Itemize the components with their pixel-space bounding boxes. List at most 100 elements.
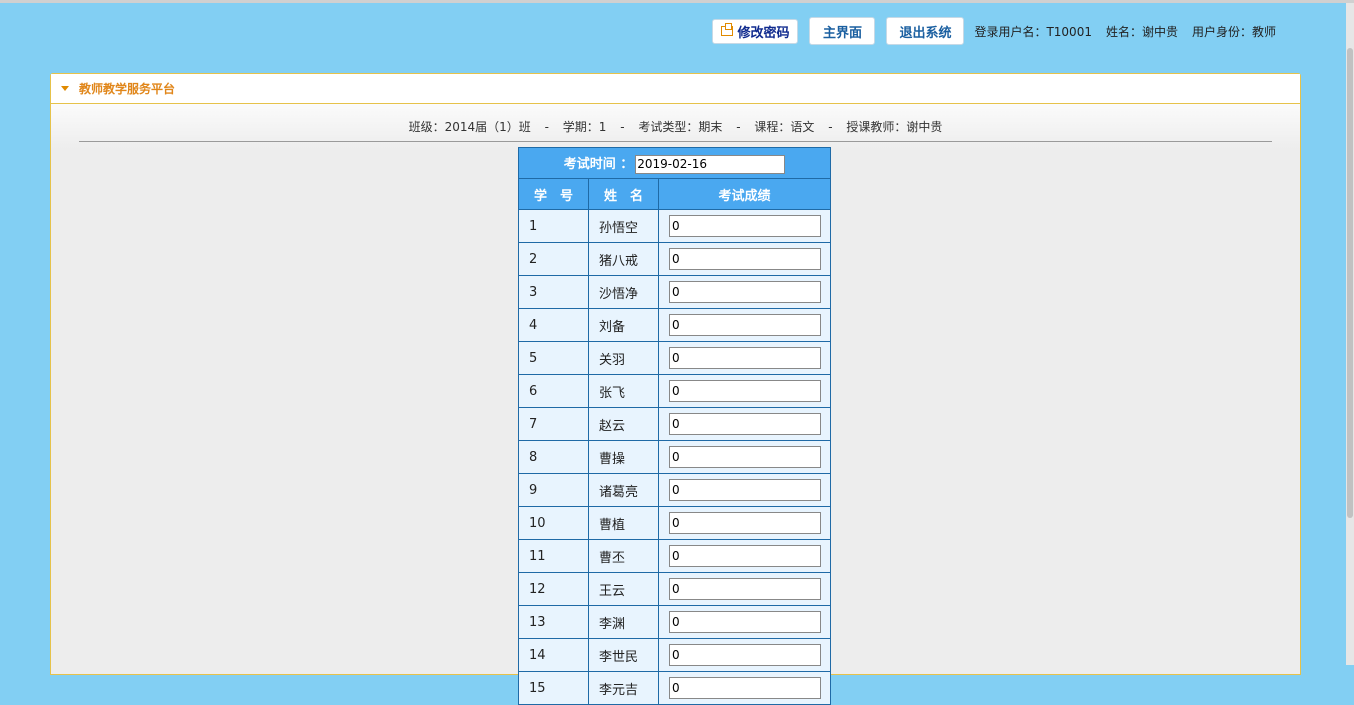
score-cell: [658, 671, 831, 705]
score-cell: [658, 506, 831, 540]
student-name: 曹操: [588, 440, 659, 474]
table-row: 2 猪八戒: [518, 242, 831, 276]
student-id: 6: [518, 374, 589, 408]
change-password-button[interactable]: 修改密码: [712, 18, 799, 44]
student-name: 孙悟空: [588, 209, 659, 243]
student-name: 曹丕: [588, 539, 659, 573]
table-row: 9 诸葛亮: [518, 473, 831, 507]
student-name: 李元吉: [588, 671, 659, 705]
score-cell: [658, 572, 831, 606]
table-row: 8 曹操: [518, 440, 831, 474]
logout-button[interactable]: 退出系统: [886, 17, 965, 45]
info-separator: -: [544, 120, 549, 134]
student-id: 3: [518, 275, 589, 309]
term-info: 学期：1: [562, 120, 607, 134]
score-input[interactable]: [669, 347, 821, 369]
table-row: 10 曹植: [518, 506, 831, 540]
student-id: 1: [518, 209, 589, 243]
user-name: 姓名：谢中贵: [1105, 24, 1178, 39]
panel-header[interactable]: 教师教学服务平台: [51, 74, 1300, 104]
score-cell: [658, 473, 831, 507]
score-input[interactable]: [669, 479, 821, 501]
table-row: 4 刘备: [518, 308, 831, 342]
score-input[interactable]: [669, 215, 821, 237]
student-name: 刘备: [588, 308, 659, 342]
score-cell: [658, 605, 831, 639]
score-cell: [658, 209, 831, 243]
score-input[interactable]: [669, 380, 821, 402]
class-info: 班级：2014届（1）班: [408, 120, 531, 134]
student-name: 诸葛亮: [588, 473, 659, 507]
score-cell: [658, 440, 831, 474]
table-row: 3 沙悟净: [518, 275, 831, 309]
student-id: 10: [518, 506, 589, 540]
column-header-id: 学 号: [518, 178, 589, 210]
score-input[interactable]: [669, 512, 821, 534]
score-entry-table: 考试时间 ： 学 号 姓 名 考试成绩 1孙悟空2猪八戒3沙悟净4刘备5关羽6张…: [518, 147, 831, 705]
score-cell: [658, 638, 831, 672]
score-cell: [658, 539, 831, 573]
table-row: 6 张飞: [518, 374, 831, 408]
score-cell: [658, 275, 831, 309]
column-header-score: 考试成绩: [658, 178, 831, 210]
main-page-button[interactable]: 主界面: [809, 17, 876, 45]
score-cell: [658, 242, 831, 276]
info-separator: -: [828, 120, 833, 134]
user-info: 登录用户名：T10001 姓名：谢中贵 用户身份：教师: [974, 23, 1290, 40]
score-input[interactable]: [669, 611, 821, 633]
student-name: 猪八戒: [588, 242, 659, 276]
score-input[interactable]: [669, 413, 821, 435]
table-row: 7 赵云: [518, 407, 831, 441]
score-cell: [658, 341, 831, 375]
table-row: 5 关羽: [518, 341, 831, 375]
student-id: 7: [518, 407, 589, 441]
score-input[interactable]: [669, 314, 821, 336]
student-id: 15: [518, 671, 589, 705]
score-input[interactable]: [669, 281, 821, 303]
score-input[interactable]: [669, 545, 821, 567]
course-info-line: 班级：2014届（1）班 - 学期：1 - 考试类型：期末 - 课程：语文 - …: [79, 104, 1272, 142]
panel-title: 教师教学服务平台: [79, 82, 176, 96]
info-separator: -: [620, 120, 625, 134]
exam-time-label: 考试时间 ：: [563, 156, 634, 172]
score-cell: [658, 374, 831, 408]
score-input[interactable]: [669, 248, 821, 270]
table-row: 1 孙悟空: [518, 209, 831, 243]
popup-window-icon: [721, 23, 734, 36]
score-input[interactable]: [669, 644, 821, 666]
window-top-border: [0, 0, 1354, 3]
change-password-label: 修改密码: [737, 25, 790, 41]
scrollbar-thumb[interactable]: [1347, 48, 1353, 518]
student-name: 张飞: [588, 374, 659, 408]
table-row: 14 李世民: [518, 638, 831, 672]
student-id: 2: [518, 242, 589, 276]
score-input[interactable]: [669, 578, 821, 600]
table-row: 11 曹丕: [518, 539, 831, 573]
student-id: 9: [518, 473, 589, 507]
exam-time-input[interactable]: [635, 154, 786, 174]
table-row: 12 王云: [518, 572, 831, 606]
score-cell: [658, 308, 831, 342]
score-input[interactable]: [669, 677, 821, 699]
vertical-scrollbar[interactable]: [1346, 3, 1354, 665]
exam-time-cell: 考试时间 ：: [518, 147, 831, 179]
table-row: 13 李渊: [518, 605, 831, 639]
info-separator: -: [736, 120, 741, 134]
student-id: 11: [518, 539, 589, 573]
student-name: 李世民: [588, 638, 659, 672]
student-id: 8: [518, 440, 589, 474]
student-name: 沙悟净: [588, 275, 659, 309]
student-id: 12: [518, 572, 589, 606]
score-input[interactable]: [669, 446, 821, 468]
collapse-triangle-icon[interactable]: [61, 86, 69, 91]
student-id: 13: [518, 605, 589, 639]
login-username: 登录用户名：T10001: [974, 24, 1092, 39]
student-name: 赵云: [588, 407, 659, 441]
student-name: 王云: [588, 572, 659, 606]
column-header-name: 姓 名: [588, 178, 659, 210]
top-bar: 修改密码 主界面 退出系统 登录用户名：T10001 姓名：谢中贵 用户身份：教师: [712, 17, 1290, 45]
user-role: 用户身份：教师: [1191, 24, 1276, 39]
score-cell: [658, 407, 831, 441]
teacher-info: 授课教师：谢中贵: [846, 120, 943, 134]
exam-time-row: 考试时间 ：: [518, 147, 831, 179]
